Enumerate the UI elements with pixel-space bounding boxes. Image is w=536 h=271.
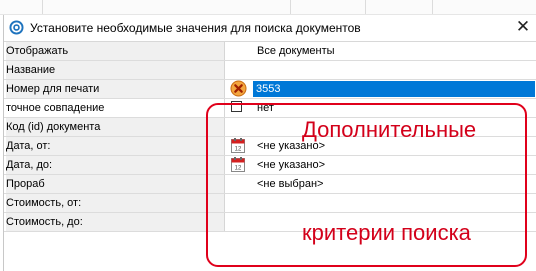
row-label: Отображать — [6, 42, 225, 60]
row-label: Код (id) документа — [6, 118, 225, 136]
clear-icon[interactable] — [230, 80, 247, 97]
dialog-titlebar: Установите необходимые значения для поис… — [4, 15, 536, 42]
toolbar-divider — [365, 0, 366, 14]
row-value: <не указано> — [257, 159, 325, 171]
exact-match-checkbox[interactable] — [231, 101, 242, 112]
row-value: <не выбран> — [257, 178, 324, 190]
row-foreman[interactable]: Прораб <не выбран> — [4, 175, 536, 194]
print-number-input[interactable]: 3553 — [253, 81, 535, 97]
row-cost-from[interactable]: Стоимость, от: — [4, 194, 536, 213]
row-display[interactable]: Отображать Все документы — [4, 42, 536, 61]
row-value: Все документы — [257, 45, 335, 57]
row-label: Стоимость, от: — [6, 194, 225, 212]
close-button[interactable]: ✕ — [512, 16, 534, 38]
row-label: Название — [6, 61, 225, 79]
toolbar-divider — [42, 0, 43, 14]
calendar-icon[interactable]: 12 — [231, 157, 245, 172]
calendar-icon[interactable]: 12 — [231, 138, 245, 153]
cost-from-field[interactable] — [225, 194, 535, 212]
display-value-field[interactable]: Все документы — [225, 42, 535, 60]
row-label: Стоимость, до: — [6, 213, 225, 231]
exact-match-field[interactable]: нет — [225, 99, 535, 117]
row-exact-match[interactable]: точное совпадение нет — [4, 99, 536, 118]
row-print-number[interactable]: Номер для печати 3553 — [4, 80, 536, 99]
toolbar-divider — [432, 0, 433, 14]
row-label: Дата, от: — [6, 137, 225, 155]
annotation-text-line2: критерии поиска — [302, 220, 471, 245]
annotation-text-line1: Дополнительные — [302, 117, 477, 142]
row-label: точное совпадение — [6, 99, 225, 117]
row-name[interactable]: Название — [4, 61, 536, 80]
row-label: Дата, до: — [6, 156, 225, 174]
row-label: Номер для печати — [6, 80, 225, 98]
background-toolbar-strip — [0, 0, 536, 15]
row-label: Прораб — [6, 175, 225, 193]
row-date-to[interactable]: Дата, до: 12 <не указано> — [4, 156, 536, 175]
toolbar-divider — [290, 0, 291, 14]
svg-text:12: 12 — [235, 166, 242, 172]
dialog-title: Установите необходимые значения для поис… — [30, 21, 361, 35]
date-to-field[interactable]: 12 <не указано> — [225, 156, 535, 174]
app-icon — [9, 20, 24, 35]
close-icon: ✕ — [515, 17, 531, 36]
foreman-field[interactable]: <не выбран> — [225, 175, 535, 193]
svg-text:12: 12 — [235, 147, 242, 153]
print-number-field[interactable]: 3553 — [225, 80, 535, 98]
row-value: нет — [257, 102, 274, 114]
name-value-field[interactable] — [225, 61, 535, 79]
